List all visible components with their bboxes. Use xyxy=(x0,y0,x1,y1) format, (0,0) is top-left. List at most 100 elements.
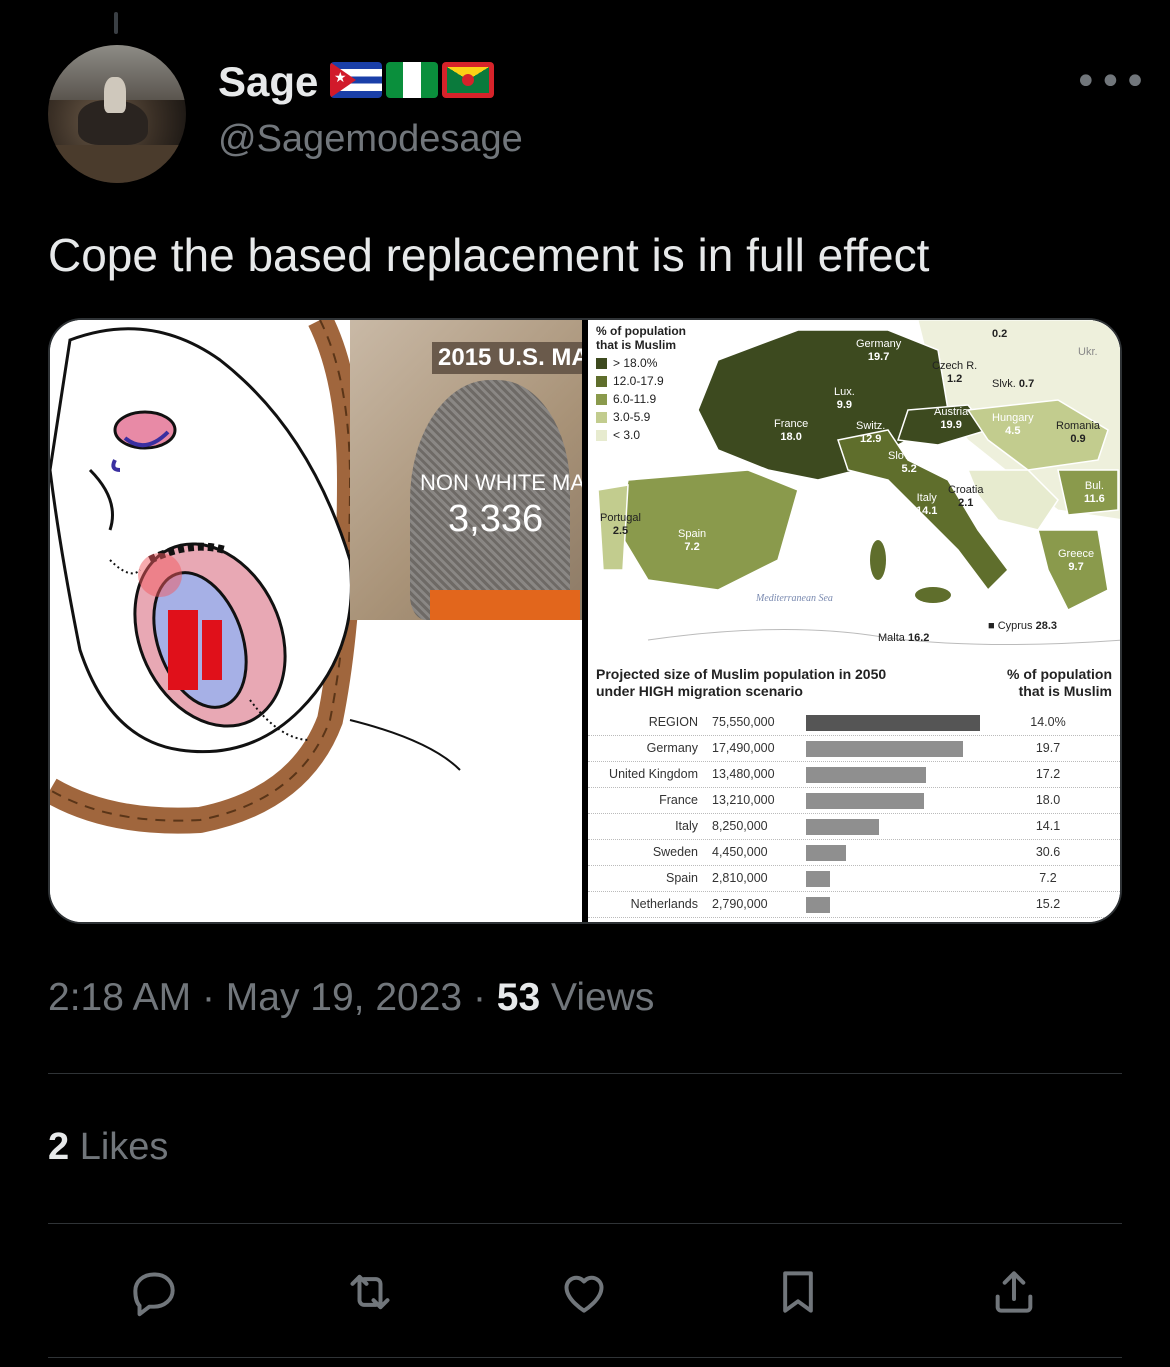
row-percent: 30.6 xyxy=(1035,845,1061,859)
reply-button[interactable] xyxy=(122,1260,186,1324)
map-label-france: France 18.0 xyxy=(774,418,809,443)
europe-map: % of population that is Muslim > 18.0% 1… xyxy=(588,320,1120,650)
legend-title-line2: that is Muslim xyxy=(596,338,677,352)
row-population: 2,810,000 xyxy=(712,871,768,885)
thread-connector-line xyxy=(114,12,118,34)
map-legend: % of population that is Muslim > 18.0% 1… xyxy=(596,324,686,442)
row-bar xyxy=(806,897,830,913)
row-population: 17,490,000 xyxy=(712,741,775,755)
map-label-malta: Malta 16.2 xyxy=(878,632,930,644)
flag-cuba-icon xyxy=(330,62,382,98)
user-handle[interactable]: @Sagemodesage xyxy=(218,118,523,161)
row-country: Sweden xyxy=(652,845,698,859)
likes-label: Likes xyxy=(79,1126,169,1168)
meme-image[interactable]: 2015 U.S. MALE SU NON WHITE MALE 3,336 xyxy=(50,320,582,922)
map-label-sea: Mediterranean Sea xyxy=(756,593,833,604)
legend-label: 3.0-5.9 xyxy=(613,410,651,424)
projection-row: REGION 75,550,000 14.0% xyxy=(588,710,1120,736)
like-icon xyxy=(564,1275,604,1313)
row-country: Italy xyxy=(675,819,698,833)
tweet-media[interactable]: 2015 U.S. MALE SU NON WHITE MALE 3,336 xyxy=(48,318,1122,924)
row-bar xyxy=(806,767,926,783)
row-percent: 15.2 xyxy=(1035,897,1061,911)
projection-row: Sweden 4,450,000 30.6 xyxy=(588,840,1120,866)
projection-row: Spain 2,810,000 7.2 xyxy=(588,866,1120,892)
row-percent: 19.7 xyxy=(1035,741,1061,755)
row-population: 75,550,000 xyxy=(712,715,775,729)
map-label-czech: Czech R. 1.2 xyxy=(932,360,978,385)
projection-row: France 13,210,000 18.0 xyxy=(588,788,1120,814)
row-bar xyxy=(806,793,924,809)
legend-swatch xyxy=(596,393,607,405)
likes-count: 2 xyxy=(48,1126,70,1168)
flag-emojis xyxy=(330,62,494,98)
views-label: Views xyxy=(551,976,655,1019)
legend-label: < 3.0 xyxy=(613,428,641,442)
map-label-slovakia: Slvk. 0.7 xyxy=(992,378,1035,390)
legend-title-line1: % of population xyxy=(596,324,686,338)
photo-title: 2015 U.S. MALE SU xyxy=(432,342,582,374)
map-label-greece: Greece 9.7 xyxy=(1058,548,1095,573)
legend-label: 12.0-17.9 xyxy=(613,374,664,388)
separator-dot: · xyxy=(201,976,215,1019)
legend-item: 12.0-17.9 xyxy=(596,374,686,388)
views-count: 53 xyxy=(496,976,541,1019)
map-label-romania: Romania 0.9 xyxy=(1056,420,1101,445)
row-population: 2,790,000 xyxy=(712,897,768,911)
tweet-text: Cope the based replacement is in full ef… xyxy=(48,229,930,281)
legend-swatch xyxy=(596,411,607,423)
infographic-image[interactable]: % of population that is Muslim > 18.0% 1… xyxy=(588,320,1120,922)
bookmark-button[interactable] xyxy=(766,1260,830,1324)
row-population: 13,480,000 xyxy=(712,767,775,781)
row-country: United Kingdom xyxy=(609,767,698,781)
map-label-luxembourg: Lux. 9.9 xyxy=(834,386,855,411)
row-country: Netherlands xyxy=(630,897,698,911)
projection-row: Germany 17,490,000 19.7 xyxy=(588,736,1120,762)
map-label-portugal: Portugal 2.5 xyxy=(600,512,641,537)
row-country: France xyxy=(659,793,698,807)
retweet-icon xyxy=(350,1274,390,1310)
tweet-timestamp[interactable]: 2:18 AM · May 19, 2023 · 53 Views xyxy=(48,976,654,1020)
legend-item: 3.0-5.9 xyxy=(596,410,686,424)
avatar-ground xyxy=(48,145,186,183)
divider xyxy=(48,1223,1122,1224)
legend-swatch xyxy=(596,357,607,369)
map-label-austria: Austria 19.9 xyxy=(934,406,969,431)
separator-dot: · xyxy=(472,976,486,1019)
flag-nigeria-icon xyxy=(386,62,438,98)
map-label-bulgaria: Bul. 11.6 xyxy=(1084,480,1105,505)
legend-label: 6.0-11.9 xyxy=(613,392,657,406)
row-country: Spain xyxy=(666,871,698,885)
projection-table: Projected size of Muslim population in 2… xyxy=(588,660,1120,922)
more-options-icon[interactable]: ••• xyxy=(1074,62,1148,102)
like-button[interactable] xyxy=(552,1260,616,1324)
map-label-switzerland: Switz. 12.9 xyxy=(856,420,886,445)
photo-value: 3,336 xyxy=(448,498,544,540)
legend-label: > 18.0% xyxy=(613,356,658,370)
row-country: Germany xyxy=(646,741,698,755)
tweet-time: 2:18 AM xyxy=(48,976,192,1019)
map-label-top-value: 0.2 xyxy=(992,328,1008,340)
row-percent: 18.0 xyxy=(1035,793,1061,807)
map-label-croatia: Croatia 2.1 xyxy=(948,484,984,509)
avatar[interactable] xyxy=(48,45,186,183)
share-button[interactable] xyxy=(982,1260,1046,1324)
row-country: REGION xyxy=(648,715,698,729)
photo-label: NON WHITE MALE xyxy=(420,470,582,495)
likes-stat[interactable]: 2 Likes xyxy=(48,1126,168,1169)
divider xyxy=(48,1073,1122,1074)
row-population: 8,250,000 xyxy=(712,819,768,833)
bookmark-icon xyxy=(783,1271,813,1313)
row-percent: 14.0% xyxy=(1030,715,1066,729)
display-name[interactable]: Sage xyxy=(218,58,318,106)
divider xyxy=(48,1357,1122,1358)
row-percent: 7.2 xyxy=(1039,871,1057,885)
projection-pct-header: % of population that is Muslim xyxy=(1007,666,1112,699)
row-bar xyxy=(806,845,846,861)
retweet-button[interactable] xyxy=(338,1260,402,1324)
row-population: 4,450,000 xyxy=(712,845,768,859)
row-population: 13,210,000 xyxy=(712,793,775,807)
legend-item: < 3.0 xyxy=(596,428,686,442)
legend-swatch xyxy=(596,429,607,441)
legend-item: 6.0-11.9 xyxy=(596,392,686,406)
